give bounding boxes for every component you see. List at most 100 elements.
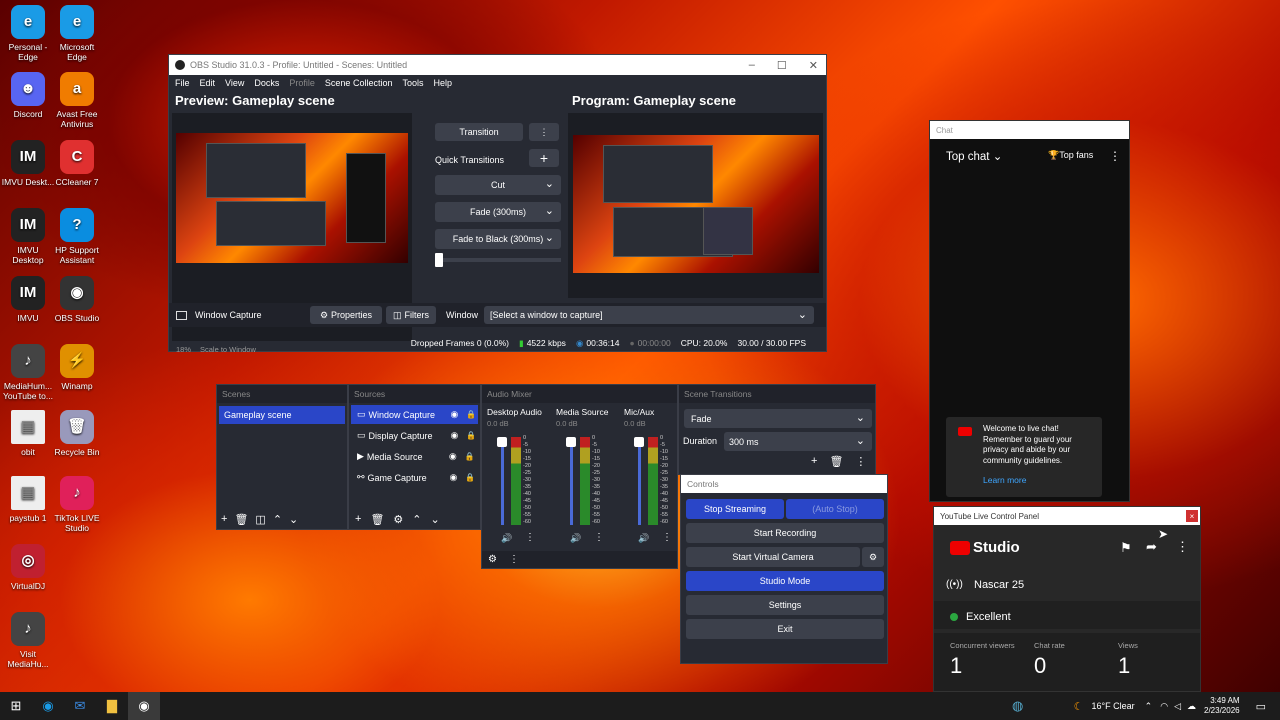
source-item[interactable]: ⚯ Game Capture ◉ 🔒 bbox=[351, 468, 478, 487]
fader-handle[interactable] bbox=[497, 437, 507, 447]
mixer-menu-icon[interactable]: ⋮ bbox=[509, 554, 519, 565]
menu-item[interactable]: Profile bbox=[289, 78, 315, 88]
exit-button[interactable]: Exit bbox=[686, 619, 884, 639]
studio-mode-button[interactable]: Studio Mode bbox=[686, 571, 884, 591]
trash-icon[interactable]: 🗑 bbox=[234, 513, 248, 526]
chat-menu-icon[interactable]: ⋮ bbox=[1109, 149, 1121, 163]
start-recording-button[interactable]: Start Recording bbox=[686, 523, 884, 543]
settings-button[interactable]: Settings bbox=[686, 595, 884, 615]
fade-dropdown[interactable]: Fade (300ms) bbox=[435, 202, 561, 222]
source-item[interactable]: ▭ Window Capture ◉ 🔒 bbox=[351, 405, 478, 424]
share-icon[interactable]: ➦ bbox=[1146, 539, 1157, 555]
scene-item[interactable]: Gameplay scene bbox=[219, 406, 345, 424]
desktop-icon[interactable]: ♪ Visit MediaHu... bbox=[1, 612, 55, 669]
edge-icon[interactable]: ◉ bbox=[32, 692, 64, 720]
speaker-icon[interactable]: 🔊 bbox=[638, 533, 649, 544]
move-down-icon[interactable]: ⌄ bbox=[289, 513, 298, 526]
gear-icon[interactable]: ⚙ bbox=[393, 513, 403, 526]
add-icon[interactable]: + bbox=[355, 513, 361, 526]
menu-item[interactable]: Edit bbox=[200, 78, 216, 88]
obs-titlebar[interactable]: OBS Studio 31.0.3 - Profile: Untitled - … bbox=[169, 55, 826, 75]
mail-icon[interactable]: ✉ bbox=[64, 692, 96, 720]
move-up-icon[interactable]: ⌃ bbox=[412, 513, 421, 526]
fader-handle[interactable] bbox=[634, 437, 644, 447]
volume-icon[interactable]: ◁ bbox=[1174, 701, 1181, 712]
window-select[interactable]: [Select a window to capture] bbox=[484, 306, 815, 324]
menu-item[interactable]: Help bbox=[433, 78, 452, 88]
virtual-camera-settings-button[interactable]: ⚙ bbox=[862, 547, 884, 567]
weather[interactable]: 16°F Clear bbox=[1092, 701, 1135, 711]
transition-slider[interactable] bbox=[435, 258, 561, 262]
menu-icon[interactable]: ⋮ bbox=[855, 455, 866, 468]
properties-button[interactable]: ⚙ Properties bbox=[310, 306, 382, 324]
desktop-icon[interactable]: ◎ VirtualDJ bbox=[1, 544, 55, 591]
file-explorer-icon[interactable]: ▇ bbox=[96, 692, 128, 720]
move-down-icon[interactable]: ⌄ bbox=[431, 513, 440, 526]
cut-dropdown[interactable]: Cut bbox=[435, 175, 561, 195]
top-chat-selector[interactable]: Top chat ⌄ bbox=[946, 149, 1002, 163]
desktop-icon[interactable]: IM IMVU Desktop bbox=[1, 208, 55, 265]
desktop-icon[interactable]: e Personal - Edge bbox=[1, 5, 55, 62]
desktop-icon[interactable]: ◉ OBS Studio bbox=[50, 276, 104, 323]
advanced-audio-icon[interactable]: ⚙ bbox=[488, 554, 497, 565]
desktop-icon[interactable]: e Microsoft Edge bbox=[50, 5, 104, 62]
desktop-icon[interactable]: ⚡ Winamp bbox=[50, 344, 104, 391]
filter-icon[interactable]: ◫ bbox=[255, 513, 265, 526]
eye-icon[interactable]: ◉ bbox=[451, 409, 459, 420]
close-icon[interactable]: ✕ bbox=[809, 59, 818, 72]
desktop-icon[interactable]: ☻ Discord bbox=[1, 72, 55, 119]
top-fans-button[interactable]: 🏆Top fans bbox=[1048, 150, 1093, 161]
desktop-icon[interactable]: C CCleaner 7 bbox=[50, 140, 104, 187]
duration-spinbox[interactable]: 300 ms bbox=[724, 432, 872, 451]
close-icon[interactable]: × bbox=[1186, 510, 1198, 522]
lock-icon[interactable]: 🔒 bbox=[465, 473, 475, 482]
volume-fader[interactable] bbox=[570, 437, 573, 525]
show-hidden-icon[interactable]: ⌃ bbox=[1145, 701, 1153, 712]
start-virtual-camera-button[interactable]: Start Virtual Camera bbox=[686, 547, 860, 567]
channel-menu-icon[interactable]: ⋮ bbox=[594, 532, 604, 543]
transition-menu-button[interactable]: ⋮ bbox=[529, 123, 559, 141]
add-icon[interactable]: + bbox=[811, 455, 817, 468]
channel-menu-icon[interactable]: ⋮ bbox=[662, 532, 672, 543]
desktop-icon[interactable]: ? HP Support Assistant bbox=[50, 208, 104, 265]
menu-item[interactable]: Scene Collection bbox=[325, 78, 393, 88]
desktop-icon[interactable]: IM IMVU bbox=[1, 276, 55, 323]
source-item[interactable]: ▶ Media Source ◉ 🔒 bbox=[351, 447, 478, 466]
transition-type-select[interactable]: Fade bbox=[684, 409, 872, 428]
add-transition-button[interactable]: + bbox=[529, 149, 559, 167]
menu-item[interactable]: View bbox=[225, 78, 244, 88]
source-item[interactable]: ▭ Display Capture ◉ 🔒 bbox=[351, 426, 478, 445]
cloud-icon[interactable]: ☁ bbox=[1187, 701, 1196, 712]
clock[interactable]: 3:49 AM 2/23/2026 bbox=[1204, 696, 1240, 716]
eye-icon[interactable]: ◉ bbox=[449, 451, 457, 462]
eye-icon[interactable]: ◉ bbox=[450, 472, 458, 483]
maximize-icon[interactable]: ☐ bbox=[777, 59, 787, 72]
desktop-icon[interactable]: ▤ obit bbox=[1, 410, 55, 457]
fader-handle[interactable] bbox=[566, 437, 576, 447]
obs-taskbar-icon[interactable]: ◉ bbox=[128, 692, 160, 720]
learn-more-link[interactable]: Learn more bbox=[983, 475, 1026, 485]
filters-button[interactable]: ◫ Filters bbox=[386, 306, 436, 324]
desktop-icon[interactable]: IM IMVU Deskt... bbox=[1, 140, 55, 187]
network-icon[interactable]: ◠ bbox=[1160, 701, 1168, 712]
yt-menu-icon[interactable]: ⋮ bbox=[1176, 539, 1189, 555]
desktop-icon[interactable]: 🗑 Recycle Bin bbox=[50, 410, 104, 457]
menu-item[interactable]: Docks bbox=[254, 78, 279, 88]
add-icon[interactable]: + bbox=[221, 513, 227, 526]
desktop-icon[interactable]: ♪ TikTok LIVE Studio bbox=[50, 476, 104, 533]
minimize-icon[interactable]: – bbox=[749, 59, 755, 72]
move-up-icon[interactable]: ⌃ bbox=[273, 513, 282, 526]
speaker-icon[interactable]: 🔊 bbox=[501, 533, 512, 544]
bookmark-icon[interactable]: ⚑ bbox=[1120, 540, 1132, 556]
volume-fader[interactable] bbox=[638, 437, 641, 525]
desktop-icon[interactable]: a Avast Free Antivirus bbox=[50, 72, 104, 129]
transition-button[interactable]: Transition bbox=[435, 123, 523, 141]
lock-icon[interactable]: 🔒 bbox=[465, 452, 475, 461]
menu-item[interactable]: Tools bbox=[402, 78, 423, 88]
trash-icon[interactable]: 🗑 bbox=[370, 513, 384, 526]
lock-icon[interactable]: 🔒 bbox=[466, 410, 476, 419]
volume-fader[interactable] bbox=[501, 437, 504, 525]
speaker-icon[interactable]: 🔊 bbox=[570, 533, 581, 544]
fade-black-dropdown[interactable]: Fade to Black (300ms) bbox=[435, 229, 561, 249]
desktop-icon[interactable]: ♪ MediaHum... YouTube to... bbox=[1, 344, 55, 401]
